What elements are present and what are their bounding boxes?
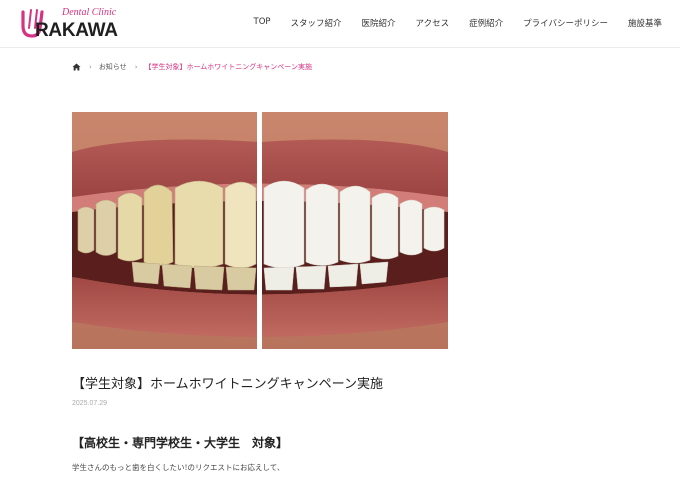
clinic-logo[interactable]: Dental Clinic RAKAWA — [20, 7, 132, 41]
breadcrumb-item-current: 【学生対象】ホームホワイトニングキャンペーン実施 — [144, 63, 312, 71]
nav-item-facility-standards[interactable]: 施設基準 — [628, 17, 662, 29]
logo-subtitle: Dental Clinic — [62, 7, 117, 18]
breadcrumb-item-news[interactable]: お知らせ — [99, 62, 127, 72]
chevron-right-icon: › — [134, 63, 138, 71]
home-icon[interactable] — [72, 63, 81, 71]
hero-image — [72, 112, 448, 349]
nav-item-clinic[interactable]: 医院紹介 — [362, 17, 396, 29]
nav-item-privacy[interactable]: プライバシーポリシー — [523, 17, 608, 29]
logo-wordmark: RAKAWA — [35, 20, 118, 41]
teeth-before-after-image — [72, 112, 448, 349]
breadcrumb: › お知らせ › 【学生対象】ホームホワイトニングキャンペーン実施 — [72, 62, 312, 72]
nav-item-access[interactable]: アクセス — [416, 17, 450, 29]
post-title: 【学生対象】ホームホワイトニングキャンペーン実施 — [72, 377, 383, 392]
post-body-text: 学生さんのもっと歯を白くしたい!のリクエストにお応えして、 — [72, 463, 285, 472]
post-date: 2025.07.29 — [72, 400, 108, 407]
nav-item-staff[interactable]: スタッフ紹介 — [291, 17, 342, 29]
main-nav: TOP スタッフ紹介 医院紹介 アクセス 症例紹介 プライバシーポリシー 施設基… — [234, 17, 663, 29]
chevron-right-icon: › — [89, 63, 92, 71]
nav-item-cases[interactable]: 症例紹介 — [469, 17, 503, 29]
section-heading: 【高校生・専門学校生・大学生 対象】 — [72, 436, 289, 450]
nav-item-top[interactable]: TOP — [254, 17, 271, 29]
site-header: Dental Clinic RAKAWA TOP スタッフ紹介 医院紹介 アクセ… — [0, 0, 680, 48]
